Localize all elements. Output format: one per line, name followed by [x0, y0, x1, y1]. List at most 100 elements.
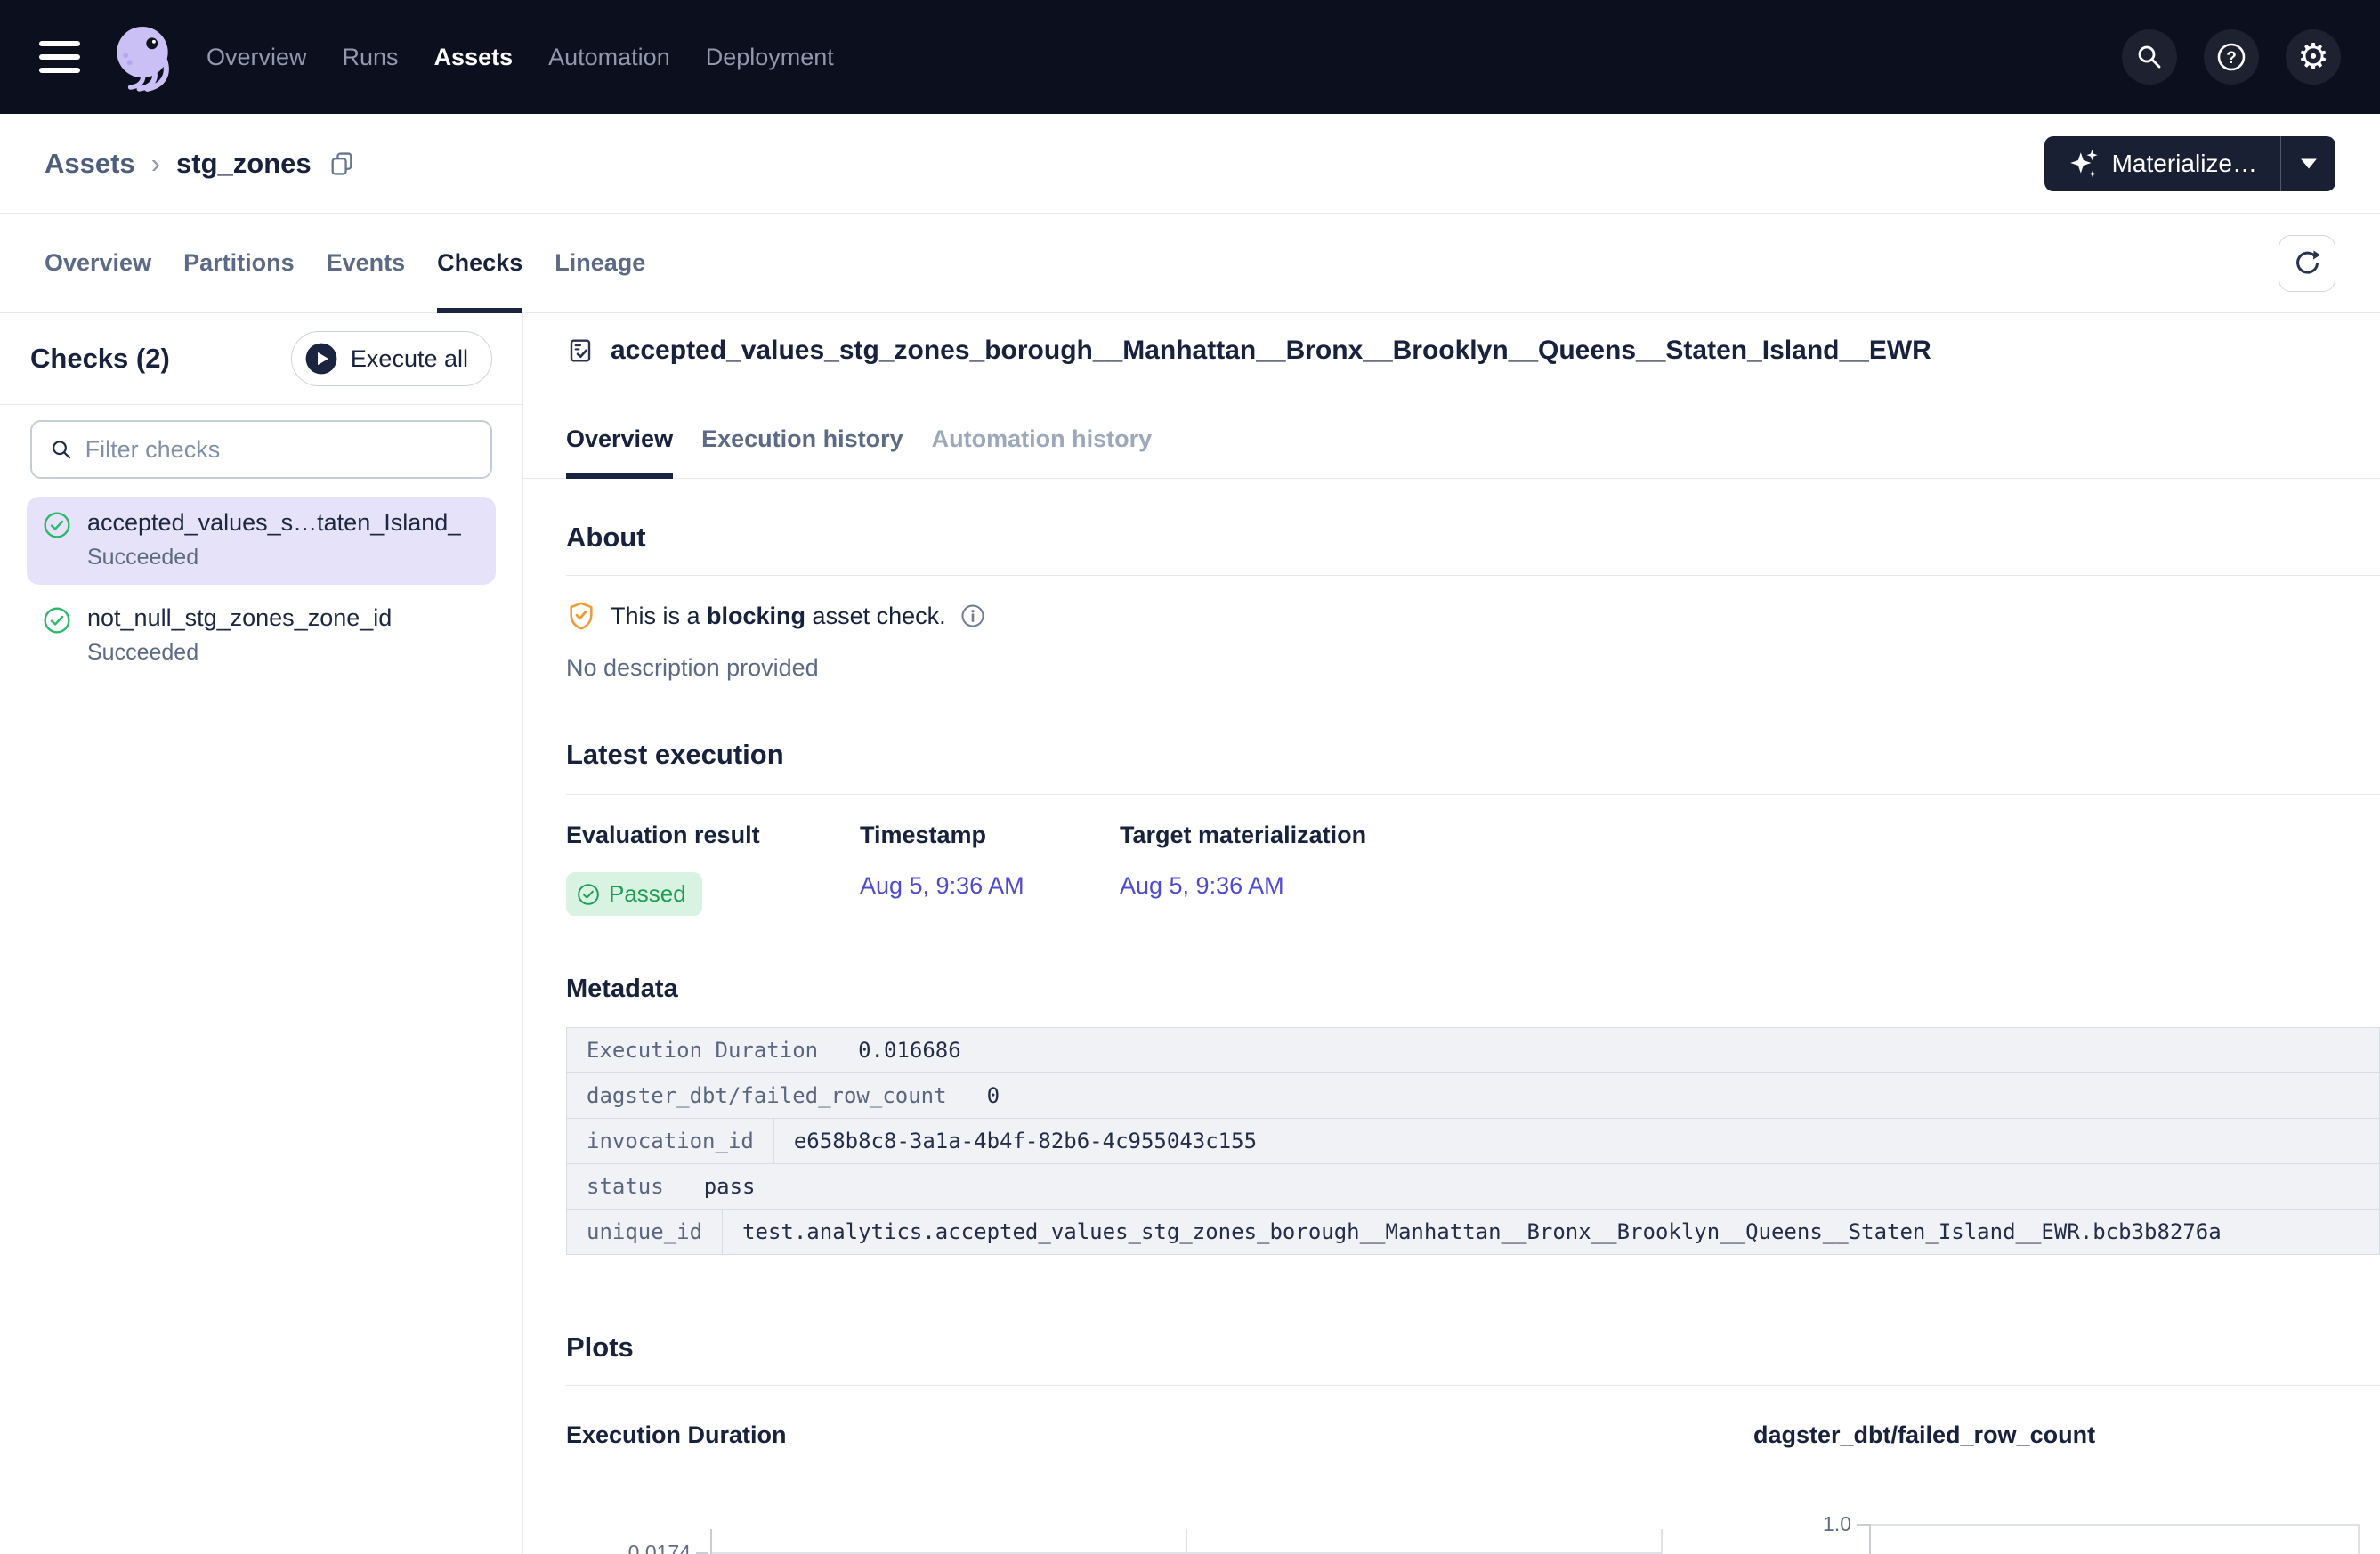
plots-row: Execution Duration 0.0174 dagster_dbt/fa… [566, 1421, 2380, 1554]
nav-item-deployment[interactable]: Deployment [706, 44, 834, 71]
play-circle-icon [304, 342, 338, 376]
gridline [1661, 1529, 1663, 1554]
execute-all-label: Execute all [351, 345, 468, 373]
metadata-value: 0.016686 [838, 1028, 981, 1072]
filter-wrap [0, 405, 522, 479]
checks-sidebar: Checks (2) Execute all [0, 313, 523, 1554]
asset-check-icon [566, 336, 595, 365]
plot-canvas: 0.0174 [566, 1511, 1753, 1554]
metadata-table: Execution Duration 0.016686 dagster_dbt/… [566, 1027, 2380, 1255]
nav-item-runs[interactable]: Runs [343, 44, 399, 71]
materialize-button[interactable]: Materialize… [2044, 136, 2280, 191]
filter-box [30, 420, 492, 479]
primary-nav: Overview Runs Assets Automation Deployme… [206, 44, 834, 71]
asset-header-row: Assets › stg_zones Materialize… [0, 114, 2380, 214]
table-row: invocation_id e658b8c8-3a1a-4b4f-82b6-4c… [567, 1118, 2379, 1163]
metadata-key: dagster_dbt/failed_row_count [567, 1073, 967, 1118]
y-tick-label: 0.0174 [566, 1541, 691, 1554]
table-row: Execution Duration 0.016686 [567, 1028, 2379, 1072]
copy-asset-name-button[interactable] [328, 150, 356, 178]
gear-icon: ⚙ [2297, 39, 2329, 75]
metadata-key: unique_id [567, 1210, 723, 1254]
metadata-value: 0 [967, 1073, 1019, 1118]
search-button[interactable] [2122, 29, 2177, 85]
about-divider [566, 575, 2380, 576]
filter-search-icon [50, 437, 73, 462]
tab-events[interactable]: Events [327, 214, 406, 312]
help-button[interactable]: ? [2204, 29, 2259, 85]
nav-item-automation[interactable]: Automation [548, 44, 670, 71]
content-split: Checks (2) Execute all [0, 313, 2380, 1554]
plot-canvas: 1.0 0.6 [1753, 1511, 2380, 1554]
target-materialization-link[interactable]: Aug 5, 9:36 AM [1120, 872, 1284, 900]
tab-lineage[interactable]: Lineage [555, 214, 645, 312]
check-item-name: accepted_values_s…taten_Island_ [87, 509, 461, 537]
check-list-item-accepted-values[interactable]: accepted_values_s…taten_Island_ Succeede… [27, 497, 496, 585]
check-list-item-not-null[interactable]: not_null_stg_zones_zone_id Succeeded [27, 592, 496, 680]
filter-checks-input[interactable] [85, 436, 473, 464]
gridline [1871, 1524, 2358, 1526]
nav-item-assets[interactable]: Assets [434, 44, 514, 71]
metadata-key: Execution Duration [567, 1028, 838, 1072]
gridline [1186, 1529, 1187, 1554]
tab-checks[interactable]: Checks [437, 214, 522, 312]
y-axis-line [710, 1529, 712, 1554]
passed-label: Passed [609, 880, 686, 908]
breadcrumb-separator: › [151, 148, 160, 180]
materialize-label: Materialize… [2112, 150, 2257, 178]
asset-tabs: Overview Partitions Events Checks Lineag… [0, 214, 2380, 313]
check-name-title: accepted_values_stg_zones_borough__Manha… [611, 336, 1931, 366]
latest-execution-grid: Evaluation result Passed Timestamp [566, 822, 2380, 916]
plot-title: Execution Duration [566, 1421, 1753, 1449]
check-title-row: accepted_values_stg_zones_borough__Manha… [566, 326, 2380, 376]
failed-row-count-plot: dagster_dbt/failed_row_count 1.0 0.6 [1753, 1421, 2380, 1554]
settings-button[interactable]: ⚙ [2286, 29, 2341, 85]
target-materialization-header: Target materialization [1120, 822, 1366, 849]
hamburger-menu-icon[interactable] [39, 41, 80, 73]
info-icon [960, 603, 985, 628]
shield-check-icon [566, 601, 596, 631]
check-list: accepted_values_s…taten_Island_ Succeede… [0, 479, 522, 680]
evaluation-result-header: Evaluation result [566, 822, 860, 849]
help-icon: ? [2215, 41, 2247, 73]
timestamp-header: Timestamp [860, 822, 1120, 849]
no-description-text: No description provided [566, 654, 2380, 682]
tab-overview[interactable]: Overview [45, 214, 151, 312]
copy-icon [328, 150, 356, 178]
tab-partitions[interactable]: Partitions [183, 214, 295, 312]
check-tab-execution-history[interactable]: Execution history [701, 425, 903, 478]
badge-check-icon [577, 883, 600, 906]
check-item-status: Succeeded [87, 545, 461, 571]
check-tab-automation-history: Automation history [932, 425, 1153, 478]
chevron-down-icon [2300, 158, 2318, 170]
blocking-info-button[interactable] [960, 603, 985, 628]
metadata-value: pass [684, 1164, 775, 1209]
table-row: dagster_dbt/failed_row_count 0 [567, 1072, 2379, 1118]
check-detail-panel: accepted_values_stg_zones_borough__Manha… [523, 313, 2380, 1554]
check-item-status: Succeeded [87, 640, 392, 666]
execute-all-button[interactable]: Execute all [291, 331, 492, 386]
execution-duration-plot: Execution Duration 0.0174 [566, 1421, 1753, 1554]
materialize-dropdown-button[interactable] [2280, 136, 2335, 191]
dagster-logo-icon[interactable] [103, 18, 182, 96]
latest-execution-divider [566, 794, 2380, 795]
success-check-icon [43, 606, 71, 666]
y-axis-line [1869, 1524, 1871, 1554]
y-tick-label: 1.0 [1771, 1512, 1851, 1536]
table-row: status pass [567, 1163, 2379, 1209]
checks-panel-header: Checks (2) Execute all [0, 313, 522, 405]
dagster-app: Overview Runs Assets Automation Deployme… [0, 0, 2380, 1554]
breadcrumb-assets-link[interactable]: Assets [45, 148, 135, 180]
passed-status-badge: Passed [566, 872, 702, 916]
metadata-value: e658b8c8-3a1a-4b4f-82b6-4c955043c155 [774, 1119, 1276, 1163]
refresh-button[interactable] [2279, 235, 2335, 292]
nav-item-overview[interactable]: Overview [206, 44, 307, 71]
blocking-check-text: This is a blocking asset check. [611, 603, 946, 630]
check-tab-overview[interactable]: Overview [566, 425, 673, 478]
table-row: unique_id test.analytics.accepted_values… [567, 1209, 2379, 1254]
sparkles-icon [2068, 148, 2100, 180]
latest-execution-heading: Latest execution [566, 739, 2380, 771]
search-icon [2135, 43, 2164, 71]
timestamp-link[interactable]: Aug 5, 9:36 AM [860, 872, 1024, 900]
metadata-key: invocation_id [567, 1119, 774, 1163]
